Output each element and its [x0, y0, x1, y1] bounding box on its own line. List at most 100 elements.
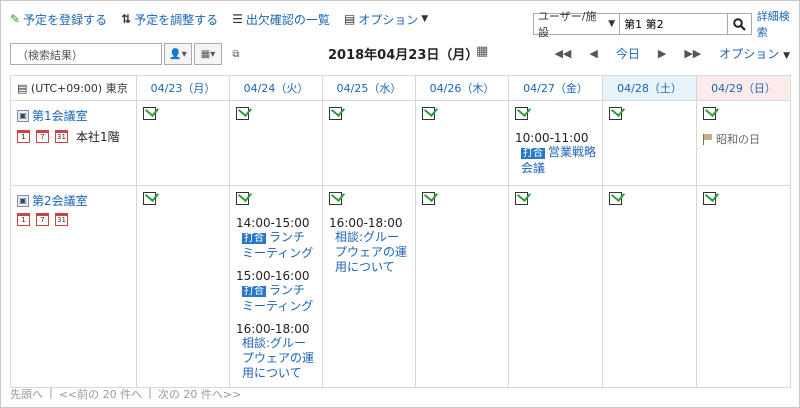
user-select-button[interactable]: 👤▾ — [164, 43, 192, 65]
add-event-icon[interactable] — [422, 192, 435, 205]
current-date: 2018年04月23日（月） — [328, 48, 479, 63]
day-view-icon[interactable]: 1 — [17, 213, 30, 226]
add-event-icon[interactable] — [329, 192, 342, 205]
today-button[interactable]: 今日 — [616, 45, 640, 62]
event-badge: 打合 — [242, 233, 266, 244]
user-icon: 👤▾ — [169, 48, 187, 60]
facility-row: ▣ 第1会議室 1 7 31 本社1階 10:00-11:00 打合 営業戦略会議 — [10, 100, 791, 186]
day-cell: 10:00-11:00 打合 営業戦略会議 — [508, 100, 603, 186]
day-header[interactable]: 04/23（月） — [136, 75, 230, 101]
mini-calendar-links: 1 7 31 本社1階 — [17, 128, 130, 145]
add-event-icon[interactable] — [609, 107, 622, 120]
toolbar: ✎ 予定を登録する ⇅ 予定を調整する ☰ 出欠確認の一覧 ▤ オプション ▼ — [10, 8, 428, 30]
add-event-icon[interactable] — [236, 192, 249, 205]
options-menu[interactable]: ▤ オプション ▼ — [344, 11, 428, 28]
facility-cell: ▣ 第1会議室 1 7 31 本社1階 — [10, 100, 137, 186]
add-event-icon[interactable] — [515, 192, 528, 205]
add-event-icon[interactable] — [703, 107, 716, 120]
first-page-link[interactable]: 先頭へ — [10, 386, 43, 402]
week-view-icon[interactable]: 7 — [36, 130, 49, 143]
day-cell — [415, 100, 509, 186]
day-header-saturday[interactable]: 04/28（土） — [602, 75, 697, 101]
pager-separator: | — [148, 386, 152, 399]
event-title: 相談:グループウェアの運用について — [335, 230, 408, 274]
add-event-icon[interactable] — [236, 107, 249, 120]
week-view-icon[interactable]: 7 — [36, 213, 49, 226]
facility-row: ▣ 第2会議室 1 7 31 14:00-15:00 打合 ランチミーティング 1… — [10, 185, 791, 388]
caret-down-icon: ▼ — [783, 51, 790, 61]
facility-select-button[interactable]: ▦▾ — [194, 43, 222, 65]
facility-icon: ▣ — [17, 194, 29, 207]
calendar-icon[interactable]: ▦ — [476, 44, 488, 59]
facility-icon: ▣ — [17, 109, 29, 122]
day-cell — [602, 100, 697, 186]
add-event-icon[interactable] — [515, 107, 528, 120]
search-scope-select[interactable]: ユーザー/施設 ▼ — [533, 10, 621, 39]
day-header[interactable]: 04/25（水） — [322, 75, 416, 101]
holiday-label: 昭和の日 — [703, 131, 784, 147]
view-options-menu[interactable]: オプション ▼ — [719, 45, 790, 62]
adjust-schedule-link[interactable]: ⇅ 予定を調整する — [121, 11, 218, 28]
facility-link[interactable]: ▣ 第2会議室 — [17, 192, 130, 209]
copy-icon: ⧉ — [232, 48, 240, 60]
day-cell — [508, 185, 603, 388]
attendance-list-link[interactable]: ☰ 出欠確認の一覧 — [232, 11, 330, 28]
event-item[interactable]: 16:00-18:00 相談:グループウェアの運用について — [329, 216, 409, 275]
event-item[interactable]: 14:00-15:00 打合 ランチミーティング — [236, 216, 316, 261]
month-view-icon[interactable]: 31 — [55, 130, 68, 143]
caret-down-icon: ▼ — [421, 14, 429, 24]
adjust-arrows-icon: ⇅ — [121, 12, 132, 26]
document-icon: ▤ — [343, 12, 356, 26]
search-input[interactable] — [620, 13, 729, 35]
add-event-icon[interactable] — [329, 107, 342, 120]
day-cell: 14:00-15:00 打合 ランチミーティング 15:00-16:00 打合 ラン… — [229, 185, 323, 388]
grid-header-row: ▤ (UTC+09:00) 東京 04/23（月） 04/24（火） 04/25… — [10, 75, 791, 101]
add-event-icon[interactable] — [422, 107, 435, 120]
day-cell — [136, 185, 230, 388]
next-page-link[interactable]: 次の 20 件へ>> — [158, 386, 241, 402]
add-event-icon[interactable] — [609, 192, 622, 205]
grid-icon: ▦▾ — [200, 48, 216, 60]
register-schedule-link[interactable]: ✎ 予定を登録する — [10, 11, 107, 28]
search-button[interactable] — [728, 13, 752, 35]
day-header[interactable]: 04/27（金） — [508, 75, 603, 101]
day-cell — [415, 185, 509, 388]
pager-separator: | — [49, 386, 53, 399]
advanced-search-link[interactable]: 詳細検索 — [757, 8, 800, 40]
next-week-icon[interactable]: ▶▶ — [684, 47, 701, 60]
day-cell — [136, 100, 230, 186]
day-cell — [696, 185, 791, 388]
month-view-icon[interactable]: 31 — [55, 213, 68, 226]
pagination: 先頭へ | <<前の 20 件へ | 次の 20 件へ>> — [10, 386, 241, 402]
day-cell: 昭和の日 — [696, 100, 791, 186]
event-badge: 打合 — [242, 286, 266, 297]
prev-week-icon[interactable]: ◀◀ — [554, 47, 571, 60]
prev-day-icon[interactable]: ◀ — [589, 47, 597, 60]
add-event-icon[interactable] — [703, 192, 716, 205]
event-badge: 打合 — [521, 148, 545, 159]
search-icon — [733, 17, 746, 31]
list-icon: ☰ — [232, 12, 243, 26]
facility-location: 本社1階 — [76, 130, 120, 144]
facility-link[interactable]: ▣ 第1会議室 — [17, 107, 130, 124]
add-event-icon[interactable] — [143, 107, 156, 120]
timezone-icon: ▤ — [17, 82, 28, 95]
event-item[interactable]: 15:00-16:00 打合 ランチミーティング — [236, 269, 316, 314]
event-item[interactable]: 16:00-18:00 相談:グループウェアの運用について — [236, 322, 316, 381]
caret-down-icon: ▼ — [608, 19, 616, 29]
day-header[interactable]: 04/24（火） — [229, 75, 323, 101]
day-header[interactable]: 04/26（木） — [415, 75, 509, 101]
mini-calendar-links: 1 7 31 — [17, 213, 130, 226]
next-day-icon[interactable]: ▶ — [658, 47, 666, 60]
prev-page-link[interactable]: <<前の 20 件へ — [59, 386, 142, 402]
copy-window-button[interactable]: ⧉ — [228, 43, 244, 65]
edit-add-icon: ✎ — [10, 12, 21, 26]
search-results-select[interactable]: （検索結果） — [10, 43, 162, 65]
event-item[interactable]: 10:00-11:00 打合 営業戦略会議 — [515, 131, 596, 176]
day-cell — [602, 185, 697, 388]
add-event-icon[interactable] — [143, 192, 156, 205]
day-header-sunday[interactable]: 04/29（日） — [696, 75, 791, 101]
day-view-icon[interactable]: 1 — [17, 130, 30, 143]
sub-toolbar: （検索結果） 👤▾ ▦▾ ⧉ 2018年04月23日（月） ▦ ◀◀ ◀ 今日 … — [10, 43, 790, 65]
day-cell — [322, 100, 416, 186]
